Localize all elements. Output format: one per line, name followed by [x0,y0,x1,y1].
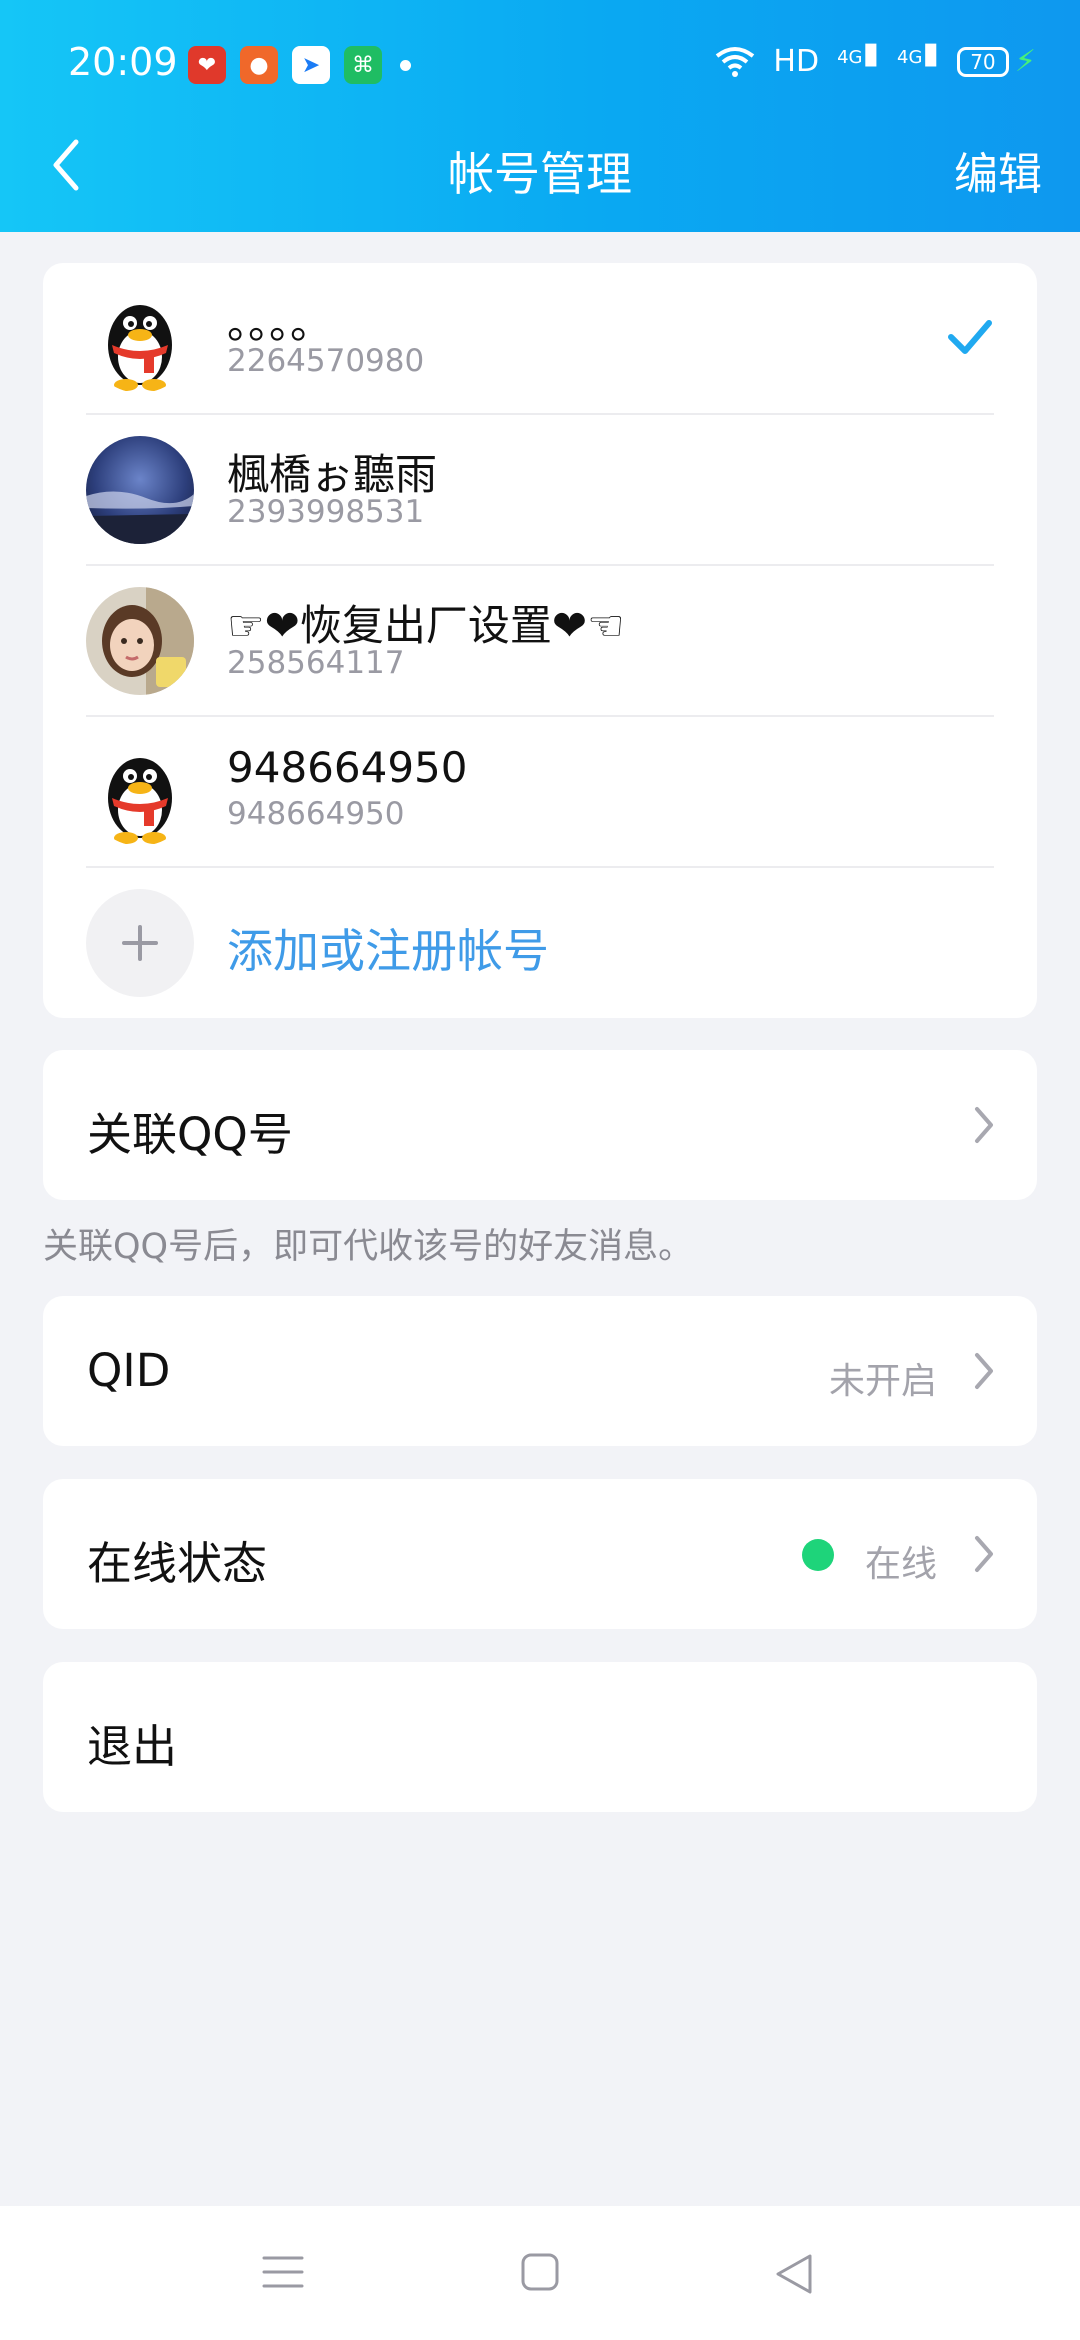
account-row[interactable]: ☞❤恢复出厂设置❤☜ 258564117 [43,565,1037,716]
sky-photo-avatar [86,436,194,544]
wifi-icon [716,46,755,77]
qid-value: 未开启 [828,1361,937,1402]
account-name: ☞❤恢复出厂设置❤☜ [227,601,625,650]
account-number: 2264570980 [227,343,425,379]
online-status-label: 在线状态 [87,1537,268,1590]
account-number: 948664950 [227,796,405,832]
battery-icon: 70 [956,46,1009,77]
online-status-value: 在线 [864,1544,937,1585]
pinduoduo-app-icon: ❤ [188,46,226,84]
account-number: 258564117 [227,645,405,681]
status-bar: 20:09 ❤ ● ➤ ⌘ HD 4G▮ 4G▮ 70 ⚡ [0,30,1080,102]
account-name: 。。。。 [227,299,333,348]
accounts-list: 。。。。 2264570980 楓橋ぉ聽雨 2393998531 ☞❤恢复出厂设… [43,263,1037,1018]
link-qq-row[interactable]: 关联QQ号 [43,1050,1037,1200]
online-dot-icon [802,1539,834,1571]
penguin-avatar [86,738,194,846]
account-name: 楓橋ぉ聽雨 [227,450,438,499]
status-time: 20:09 [68,40,178,84]
hd-indicator: HD [773,44,820,79]
charging-icon: ⚡ [1014,44,1036,79]
page-title: 帐号管理 [448,147,632,201]
status-indicators: HD 4G▮ 4G▮ 70 ⚡ [715,36,1036,79]
account-row[interactable]: 楓橋ぉ聽雨 2393998531 [43,414,1037,565]
system-nav-bar [0,2206,1080,2340]
signal-2-icon: 4G▮ [897,36,939,71]
account-row[interactable]: 948664950 948664950 [43,716,1037,867]
qid-label: QID [87,1344,171,1397]
more-notifications-dot-icon [400,59,411,71]
chevron-right-icon [975,1536,993,1572]
logout-label: 退出 [87,1720,178,1773]
home-icon[interactable] [520,2252,560,2292]
nav-bar: 帐号管理 编辑 [0,120,1080,210]
logout-button[interactable]: 退出 [43,1662,1037,1812]
account-number: 2393998531 [227,494,425,530]
account-name: 948664950 [227,743,468,792]
add-account-button[interactable]: 添加或注册帐号 [43,867,1037,1018]
wechat-store-app-icon: ⌘ [344,46,382,84]
account-row[interactable]: 。。。。 2264570980 [43,263,1037,414]
edit-button[interactable]: 编辑 [954,138,1042,202]
dingtalk-app-icon: ➤ [292,46,330,84]
add-account-label: 添加或注册帐号 [227,924,549,978]
penguin-avatar [86,285,194,393]
chevron-right-icon [975,1353,993,1389]
game-app-icon: ● [240,46,278,84]
menu-icon[interactable] [262,2252,304,2292]
signal-1-icon: 4G▮ [837,36,879,71]
chevron-right-icon [975,1107,993,1143]
back-triangle-icon[interactable] [774,2252,814,2296]
qid-row[interactable]: QID 未开启 [43,1296,1037,1446]
plus-icon [86,889,194,997]
checkmark-icon [948,320,992,354]
link-qq-hint: 关联QQ号后，即可代收该号的好友消息。 [43,1227,694,1267]
link-qq-label: 关联QQ号 [87,1108,293,1161]
online-status-row[interactable]: 在线状态 在线 [43,1479,1037,1629]
header: 20:09 ❤ ● ➤ ⌘ HD 4G▮ 4G▮ 70 ⚡ 帐号管理 编辑 [0,0,1080,232]
notification-icons: ❤ ● ➤ ⌘ [188,46,411,84]
girl-photo-avatar [86,587,194,695]
